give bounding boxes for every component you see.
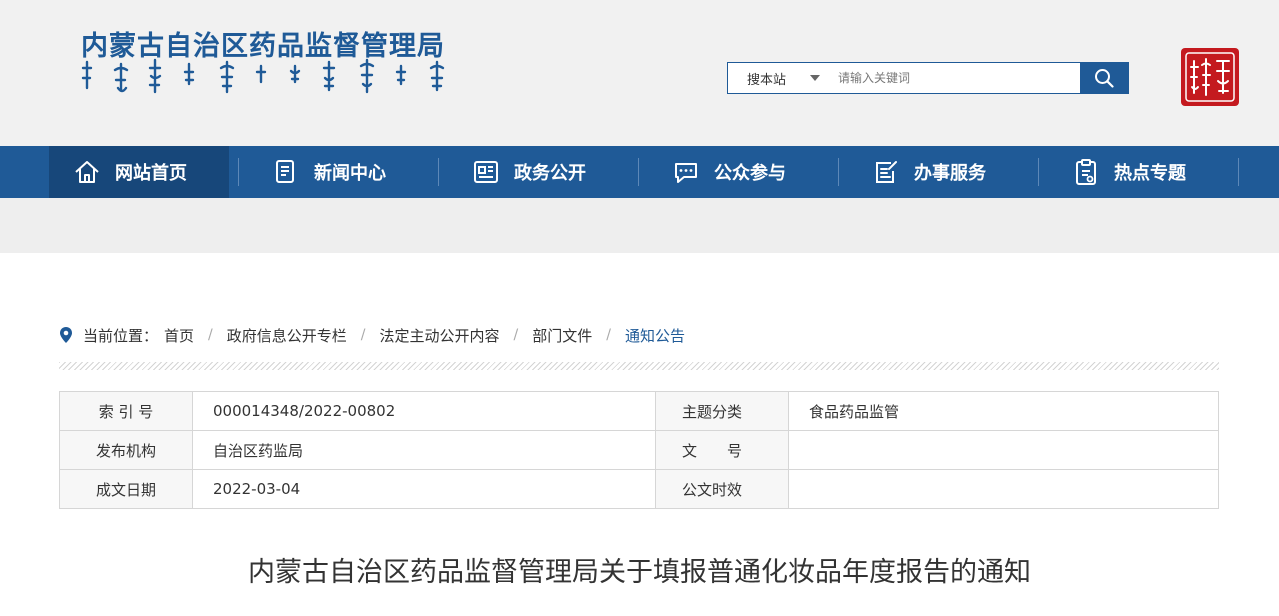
nav-label: 办事服务 — [914, 163, 986, 184]
location-pin-icon — [59, 326, 73, 344]
table-row: 索 引 号 000014348/2022-00802 主题分类 食品药品监管 — [59, 391, 1219, 431]
mongolian-script-logo — [81, 58, 445, 94]
nav-label: 网站首页 — [115, 163, 187, 184]
nav-divider — [238, 158, 239, 186]
breadcrumb-home[interactable]: 首页 — [164, 325, 194, 346]
site-search: 搜本站 — [727, 62, 1129, 94]
table-row: 发布机构 自治区药监局 文 号 — [59, 430, 1219, 470]
chevron-down-icon — [810, 75, 820, 81]
breadcrumb-dept-docs[interactable]: 部门文件 — [532, 325, 592, 346]
nav-divider — [1238, 158, 1239, 186]
docno-value — [788, 430, 1219, 470]
nav-item-public-participation[interactable]: 公众参与 — [672, 146, 872, 198]
search-input[interactable] — [828, 63, 1080, 93]
breadcrumb-separator: / — [606, 327, 611, 343]
breadcrumb-separator: / — [208, 327, 213, 343]
publisher-label: 发布机构 — [59, 430, 193, 470]
seal-logo[interactable] — [1181, 48, 1239, 106]
nav-label: 热点专题 — [1114, 163, 1186, 184]
nav-label: 新闻中心 — [314, 163, 386, 184]
clipboard-icon — [1072, 158, 1100, 186]
index-value: 000014348/2022-00802 — [192, 391, 656, 431]
nav-divider — [838, 158, 839, 186]
edit-icon — [872, 158, 900, 186]
breadcrumb-separator: / — [360, 327, 366, 343]
seal-glyph — [1185, 52, 1235, 102]
article-title: 内蒙古自治区药品监督管理局关于填报普通化妆品年度报告的通知 — [248, 557, 1031, 588]
nav-divider — [438, 158, 439, 186]
search-scope-label: 搜本站 — [747, 72, 787, 88]
home-icon — [73, 158, 101, 186]
validity-label: 公文时效 — [655, 469, 789, 509]
chat-icon — [672, 158, 700, 186]
breadcrumb-separator: / — [513, 327, 519, 343]
newspaper-icon — [472, 158, 500, 186]
breadcrumb-gov-info[interactable]: 政府信息公开专栏 — [227, 325, 347, 346]
nav-item-services[interactable]: 办事服务 — [872, 146, 1072, 198]
breadcrumb-notices[interactable]: 通知公告 — [625, 325, 685, 346]
table-row: 成文日期 2022-03-04 公文时效 — [59, 469, 1219, 509]
banner-strip — [0, 198, 1279, 253]
main-nav: 网站首页 新闻中心 政务公开 公众参与 办事服务 热点专题 — [0, 146, 1279, 198]
breadcrumb-prefix: 当前位置： — [83, 326, 159, 345]
breadcrumb-statutory[interactable]: 法定主动公开内容 — [379, 325, 499, 346]
site-header: 内蒙古自治区药品监督管理局 搜本站 — [0, 0, 1279, 146]
document-info-table: 索 引 号 000014348/2022-00802 主题分类 食品药品监管 发… — [59, 391, 1219, 509]
nav-label: 公众参与 — [714, 163, 786, 184]
search-scope-select[interactable]: 搜本站 — [728, 63, 828, 93]
date-value: 2022-03-04 — [192, 469, 656, 509]
nav-item-news[interactable]: 新闻中心 — [272, 146, 472, 198]
publisher-value: 自治区药监局 — [192, 430, 656, 470]
nav-divider — [638, 158, 639, 186]
breadcrumb: 当前位置： 首页 / 政府信息公开专栏 / 法定主动公开内容 / 部门文件 / … — [59, 324, 685, 346]
nav-item-open-government[interactable]: 政务公开 — [472, 146, 672, 198]
nav-item-hot-topics[interactable]: 热点专题 — [1072, 146, 1272, 198]
nav-divider — [1038, 158, 1039, 186]
news-icon — [272, 158, 300, 186]
topic-value: 食品药品监管 — [788, 391, 1219, 431]
docno-label: 文 号 — [655, 430, 789, 470]
divider-stripe — [59, 362, 1219, 370]
search-button[interactable] — [1080, 63, 1128, 93]
date-label: 成文日期 — [59, 469, 193, 509]
index-label: 索 引 号 — [59, 391, 193, 431]
nav-label: 政务公开 — [514, 163, 586, 184]
topic-label: 主题分类 — [655, 391, 789, 431]
validity-value — [788, 469, 1219, 509]
search-icon — [1095, 69, 1114, 88]
nav-item-home[interactable]: 网站首页 — [49, 146, 229, 198]
